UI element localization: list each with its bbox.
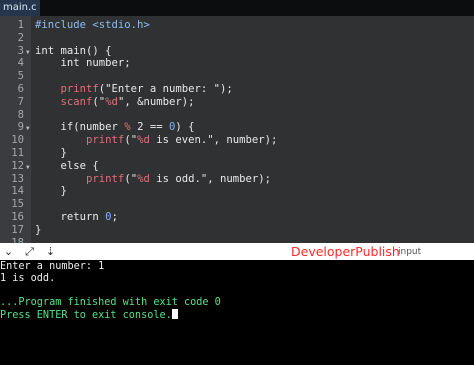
code-line[interactable]: 16 return 0; bbox=[0, 211, 474, 224]
line-number: 2 bbox=[17, 31, 24, 44]
code-text: } bbox=[35, 185, 67, 198]
code-line[interactable]: 6 printf("Enter a number: "); bbox=[0, 83, 474, 96]
code-line[interactable]: 2 bbox=[0, 32, 474, 45]
code-line[interactable]: 10 printf("%d is even.", number); bbox=[0, 134, 474, 147]
line-number: 16 bbox=[11, 211, 24, 223]
code-line[interactable]: 7 scanf("%d", &number); bbox=[0, 96, 474, 109]
text-cursor bbox=[171, 309, 178, 319]
line-number: 14 bbox=[11, 185, 24, 198]
console-line: 1 is odd. bbox=[0, 273, 56, 284]
tab-bar: main.c bbox=[0, 0, 474, 16]
line-number: 13 bbox=[11, 172, 24, 185]
line-number: 12 bbox=[11, 159, 24, 172]
code-text: scanf("%d", &number); bbox=[60, 95, 195, 108]
code-text: else { bbox=[35, 159, 99, 172]
line-number: 15 bbox=[11, 198, 24, 211]
expand-icon[interactable]: ⤢ bbox=[23, 245, 36, 258]
line-number: 4 bbox=[17, 57, 24, 70]
code-text: #include <stdio.h> bbox=[35, 19, 150, 31]
tab-main-c[interactable]: main.c bbox=[0, 0, 40, 16]
line-number: 6 bbox=[17, 83, 24, 95]
code-line[interactable]: 14 } bbox=[0, 185, 474, 198]
output-console[interactable]: Enter a number: 11 is odd. ...Program fin… bbox=[0, 260, 474, 365]
code-line[interactable]: 17} bbox=[0, 224, 474, 237]
code-line[interactable]: 1 #include <stdio.h> bbox=[0, 19, 474, 32]
code-editor[interactable]: 1 #include <stdio.h> 2 3 ▼ int main() {4 int … bbox=[0, 16, 474, 243]
watermark-logo: DeveloperPublish bbox=[291, 244, 400, 259]
line-number: 11 bbox=[11, 147, 24, 159]
line-number: 9 bbox=[17, 121, 24, 134]
line-number: 7 bbox=[17, 95, 24, 108]
line-number: 1 bbox=[17, 19, 24, 31]
line-number: 17 bbox=[11, 223, 24, 236]
line-number: 10 bbox=[11, 134, 24, 147]
code-text: printf("Enter a number: "); bbox=[60, 83, 233, 95]
code-text: printf("%d is even.", number); bbox=[86, 134, 278, 147]
console-line: ...Program finished with exit code 0 bbox=[0, 297, 221, 308]
code-line[interactable]: 8 bbox=[0, 109, 474, 122]
code-text: } bbox=[35, 223, 42, 236]
code-text: if(number % 2 == 0) { bbox=[35, 121, 195, 134]
code-line[interactable]: 13 printf("%d is odd.", number); bbox=[0, 173, 474, 186]
line-number: 8 bbox=[17, 108, 24, 121]
code-text: } bbox=[35, 147, 67, 159]
code-line[interactable]: 15 bbox=[0, 198, 474, 211]
input-tab[interactable]: input bbox=[398, 247, 421, 257]
line-number: 5 bbox=[17, 70, 24, 83]
code-text: int main() { bbox=[35, 44, 112, 57]
share-icon[interactable]: ⇣ bbox=[44, 245, 57, 258]
code-line[interactable]: 4 int number; bbox=[0, 57, 474, 70]
console-line: Press ENTER to exit console. bbox=[0, 309, 178, 321]
code-line[interactable]: 11 } bbox=[0, 147, 474, 160]
code-line[interactable]: 12 ▼ else { bbox=[0, 160, 474, 173]
chevron-down-icon[interactable]: ⌄ bbox=[2, 245, 15, 258]
code-text: return 0; bbox=[35, 211, 118, 223]
code-line[interactable]: 9 ▼ if(number % 2 == 0) { bbox=[0, 121, 474, 134]
code-text: int number; bbox=[35, 57, 131, 70]
code-line[interactable]: 3 ▼ int main() { bbox=[0, 45, 474, 58]
console-line: Enter a number: 1 bbox=[0, 261, 105, 272]
code-text: printf("%d is odd.", number); bbox=[86, 172, 272, 185]
code-line[interactable]: 5 bbox=[0, 70, 474, 83]
line-number: 3 bbox=[17, 44, 24, 57]
